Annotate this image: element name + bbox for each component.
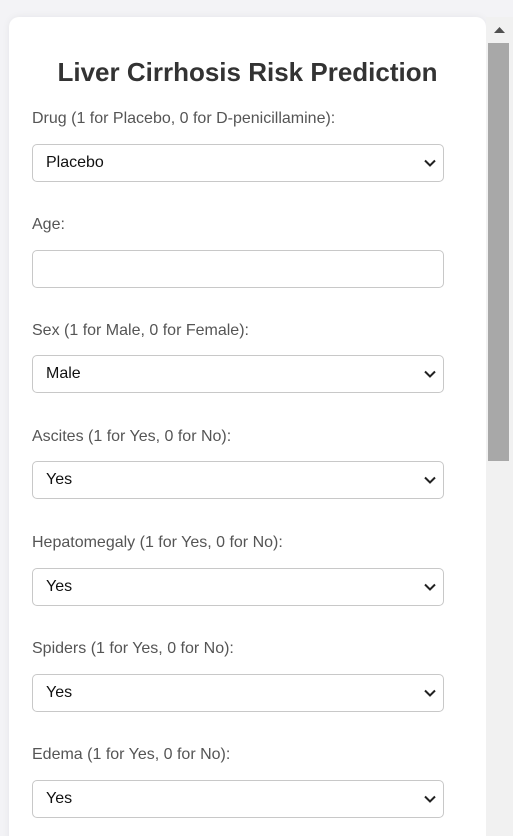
sex-label: Sex (1 for Male, 0 for Female): <box>32 322 249 339</box>
age-label: Age: <box>32 216 65 233</box>
ascites-select[interactable]: Yes <box>32 461 444 499</box>
chevron-down-icon <box>424 159 436 167</box>
age-input[interactable] <box>32 250 444 288</box>
vertical-scrollbar[interactable] <box>486 17 513 836</box>
spiders-select[interactable]: Yes <box>32 674 444 712</box>
drug-label: Drug (1 for Placebo, 0 for D-penicillami… <box>32 110 336 127</box>
spiders-label: Spiders (1 for Yes, 0 for No): <box>32 640 234 657</box>
ascites-label: Ascites (1 for Yes, 0 for No): <box>32 428 232 445</box>
hepatomegaly-select-value: Yes <box>46 578 73 595</box>
hepatomegaly-label: Hepatomegaly (1 for Yes, 0 for No): <box>32 534 283 551</box>
scrollbar-thumb[interactable] <box>488 43 509 461</box>
ascites-select-value: Yes <box>46 471 73 488</box>
hepatomegaly-select[interactable]: Yes <box>32 568 444 606</box>
edema-label: Edema (1 for Yes, 0 for No): <box>32 746 231 763</box>
chevron-down-icon <box>424 583 436 591</box>
spiders-select-value: Yes <box>46 684 73 701</box>
scroll-up-arrow-icon[interactable] <box>486 17 513 43</box>
edema-select[interactable]: Yes <box>32 780 444 818</box>
drug-select[interactable]: Placebo <box>32 144 444 182</box>
chevron-down-icon <box>424 476 436 484</box>
sex-select[interactable]: Male <box>32 355 444 393</box>
sex-select-value: Male <box>46 365 81 382</box>
page-title: Liver Cirrhosis Risk Prediction <box>57 57 438 87</box>
chevron-down-icon <box>424 370 436 378</box>
chevron-down-icon <box>424 795 436 803</box>
drug-select-value: Placebo <box>46 154 104 171</box>
edema-select-value: Yes <box>46 790 73 807</box>
page-viewport: Liver Cirrhosis Risk Prediction Drug (1 … <box>0 0 513 836</box>
form-card: Liver Cirrhosis Risk Prediction Drug (1 … <box>9 17 486 836</box>
chevron-down-icon <box>424 689 436 697</box>
